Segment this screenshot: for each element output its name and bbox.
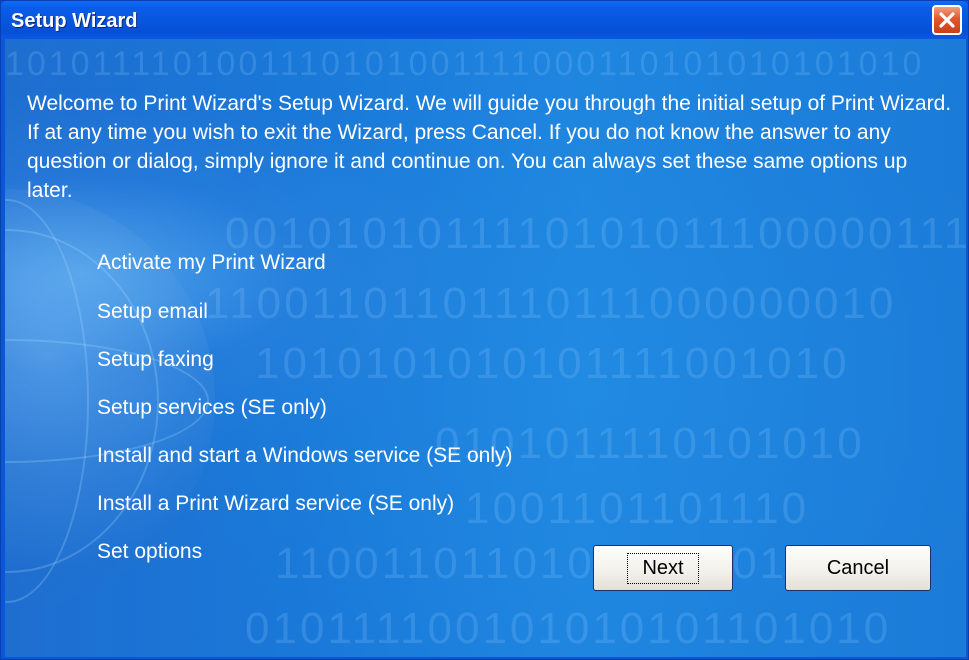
step-setup-email: Setup email (97, 300, 208, 323)
binary-background: 110011011010101010101 (275, 539, 843, 588)
binary-background: 1001101101110 (465, 484, 810, 533)
step-setup-faxing: Setup faxing (97, 348, 214, 371)
binary-background: 0010101011110101011100000111 (225, 209, 966, 258)
step-set-options: Set options (97, 540, 203, 563)
step-install-windows-service: Install and start a Windows service (SE … (97, 444, 513, 467)
step-setup-services: Setup services (SE only) (97, 396, 327, 419)
intro-text: Welcome to Print Wizard's Setup Wizard. … (27, 92, 952, 202)
binary-background: 1010101010101111001010 (255, 339, 850, 388)
next-button-label: Next (627, 552, 699, 584)
step-install-print-wizard-service: Install a Print Wizard service (SE only) (97, 492, 455, 515)
next-button[interactable]: Next (593, 545, 733, 591)
binary-background: 1010111101001110101001111000110101010101… (5, 45, 925, 83)
window-title: Setup Wizard (11, 10, 138, 32)
setup-wizard-window: Setup Wizard 101011110100111010100111100… (0, 0, 969, 660)
binary-background: 11001101101110111000000010 (205, 279, 897, 328)
binary-background: 010111100101010101101010 (245, 604, 892, 653)
close-button[interactable] (932, 5, 962, 35)
title-bar: Setup Wizard (1, 1, 968, 39)
close-icon (939, 12, 955, 28)
cancel-button-label: Cancel (826, 556, 890, 579)
cancel-button[interactable]: Cancel (785, 545, 931, 591)
step-activate: Activate my Print Wizard (97, 251, 326, 274)
